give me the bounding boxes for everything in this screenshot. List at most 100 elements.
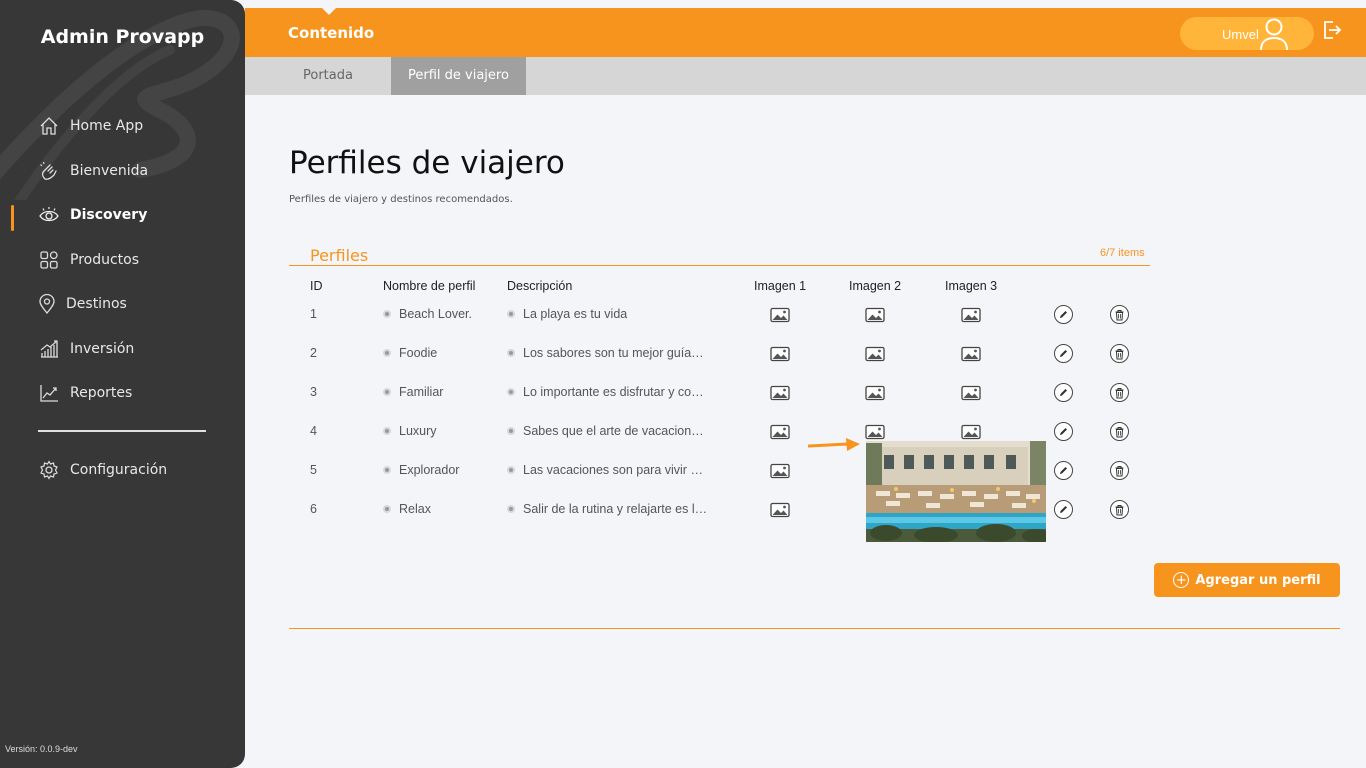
- profile-name: Foodie: [399, 346, 438, 360]
- brand-title: Admin Provapp: [40, 26, 205, 48]
- eye-icon: [38, 204, 60, 226]
- sidebar-item-label: Discovery: [70, 207, 148, 223]
- trash-icon[interactable]: [1110, 461, 1129, 480]
- image-icon[interactable]: [961, 424, 981, 440]
- page-title: Perfiles de viajero: [289, 145, 565, 181]
- sidebar-item-inversion[interactable]: Inversión: [38, 337, 134, 361]
- bullet-icon: [383, 387, 391, 396]
- cell-description: La playa es tu vida: [507, 307, 712, 321]
- section-title: Perfiles: [310, 246, 369, 265]
- bullet-icon: [507, 465, 515, 474]
- sidebar-item-home-app[interactable]: Home App: [38, 114, 143, 138]
- active-indicator: [11, 205, 14, 231]
- profile-description: La playa es tu vida: [523, 307, 628, 321]
- user-menu[interactable]: Umvel: [1180, 17, 1314, 50]
- cell-name: Explorador: [383, 463, 503, 477]
- sidebar-item-label: Inversión: [70, 341, 135, 357]
- bullet-icon: [507, 348, 515, 357]
- column-header-id: ID: [310, 279, 323, 293]
- bullet-icon: [383, 465, 391, 474]
- edit-icon[interactable]: [1054, 344, 1073, 363]
- cell-name: Familiar: [383, 385, 503, 399]
- profile-name: Luxury: [399, 424, 437, 438]
- sidebar-item-label: Configuración: [70, 462, 168, 478]
- tab-portada[interactable]: Portada: [286, 57, 370, 95]
- bullet-icon: [507, 426, 515, 435]
- grid-icon: [38, 249, 60, 271]
- image-icon[interactable]: [770, 307, 790, 323]
- image-icon[interactable]: [865, 385, 885, 401]
- cell-id: 2: [310, 346, 317, 360]
- cell-id: 4: [310, 424, 317, 438]
- column-header-name: Nombre de perfil: [383, 279, 476, 293]
- sidebar-item-discovery[interactable]: Discovery: [38, 203, 147, 227]
- profile-description: Lo importante es disfrutar y co…: [523, 385, 704, 399]
- image-icon[interactable]: [770, 385, 790, 401]
- column-header-description: Descripción: [507, 279, 573, 293]
- tab-notch: [321, 7, 337, 15]
- bottom-divider: [289, 628, 1340, 629]
- sidebar-item-label: Home App: [70, 118, 144, 134]
- profile-description: Las vacaciones son para vivir …: [523, 463, 703, 477]
- image-icon[interactable]: [961, 346, 981, 362]
- profile-name: Beach Lover.: [399, 307, 472, 321]
- bar-growth-icon: [38, 338, 60, 360]
- trash-icon[interactable]: [1110, 500, 1129, 519]
- edit-icon[interactable]: [1054, 305, 1073, 324]
- image-icon[interactable]: [961, 385, 981, 401]
- sidebar-item-destinos[interactable]: Destinos: [38, 292, 127, 316]
- image-icon[interactable]: [770, 424, 790, 440]
- cell-id: 6: [310, 502, 317, 516]
- profile-description: Salir de la rutina y relajarte es l…: [523, 502, 708, 516]
- sidebar-item-label: Destinos: [66, 296, 127, 312]
- image-icon[interactable]: [961, 307, 981, 323]
- sub-tabs: Portada Perfil de viajero: [245, 57, 1366, 95]
- gear-icon: [38, 459, 60, 481]
- user-avatar-icon: [1260, 18, 1288, 50]
- items-count: 6/7 items: [1100, 247, 1145, 259]
- top-bar: Contenido Umvel: [245, 7, 1366, 57]
- cell-id: 1: [310, 307, 317, 321]
- sidebar-item-label: Reportes: [70, 385, 133, 401]
- column-header-image-2: Imagen 2: [849, 279, 902, 293]
- edit-icon[interactable]: [1054, 422, 1073, 441]
- cell-description: Lo importante es disfrutar y co…: [507, 385, 712, 399]
- sidebar-item-bienvenida[interactable]: Bienvenida: [38, 159, 148, 183]
- sidebar-item-productos[interactable]: Productos: [38, 248, 139, 272]
- image-icon[interactable]: [770, 502, 790, 518]
- image-icon[interactable]: [865, 307, 885, 323]
- cell-name: Relax: [383, 502, 503, 516]
- home-icon: [38, 115, 60, 137]
- cell-description: Las vacaciones son para vivir …: [507, 463, 712, 477]
- line-chart-icon: [38, 382, 60, 404]
- edit-icon[interactable]: [1054, 461, 1073, 480]
- trash-icon[interactable]: [1110, 422, 1129, 441]
- cell-name: Foodie: [383, 346, 503, 360]
- image-icon[interactable]: [865, 424, 885, 440]
- sidebar-item-label: Productos: [70, 252, 140, 268]
- cell-description: Los sabores son tu mejor guía…: [507, 346, 712, 360]
- bullet-icon: [507, 309, 515, 318]
- edit-icon[interactable]: [1054, 383, 1073, 402]
- cell-id: 5: [310, 463, 317, 477]
- bullet-icon: [383, 504, 391, 513]
- cell-id: 3: [310, 385, 317, 399]
- sidebar-item-configuracion[interactable]: Configuración: [38, 458, 167, 482]
- trash-icon[interactable]: [1110, 383, 1129, 402]
- cell-name: Beach Lover.: [383, 307, 503, 321]
- sidebar: Admin Provapp Home App Bienvenida Discov…: [0, 0, 245, 768]
- section-divider: [289, 265, 1150, 266]
- add-profile-button[interactable]: + Agregar un perfil: [1154, 563, 1340, 597]
- image-icon[interactable]: [770, 346, 790, 362]
- sidebar-item-reportes[interactable]: Reportes: [38, 381, 132, 405]
- edit-icon[interactable]: [1054, 500, 1073, 519]
- image-icon[interactable]: [865, 346, 885, 362]
- profile-description: Los sabores son tu mejor guía…: [523, 346, 704, 360]
- trash-icon[interactable]: [1110, 344, 1129, 363]
- cell-description: Salir de la rutina y relajarte es l…: [507, 502, 712, 516]
- logout-icon[interactable]: [1322, 20, 1342, 40]
- trash-icon[interactable]: [1110, 305, 1129, 324]
- map-pin-icon: [38, 293, 56, 315]
- image-icon[interactable]: [770, 463, 790, 479]
- tab-perfil-de-viajero[interactable]: Perfil de viajero: [391, 57, 526, 95]
